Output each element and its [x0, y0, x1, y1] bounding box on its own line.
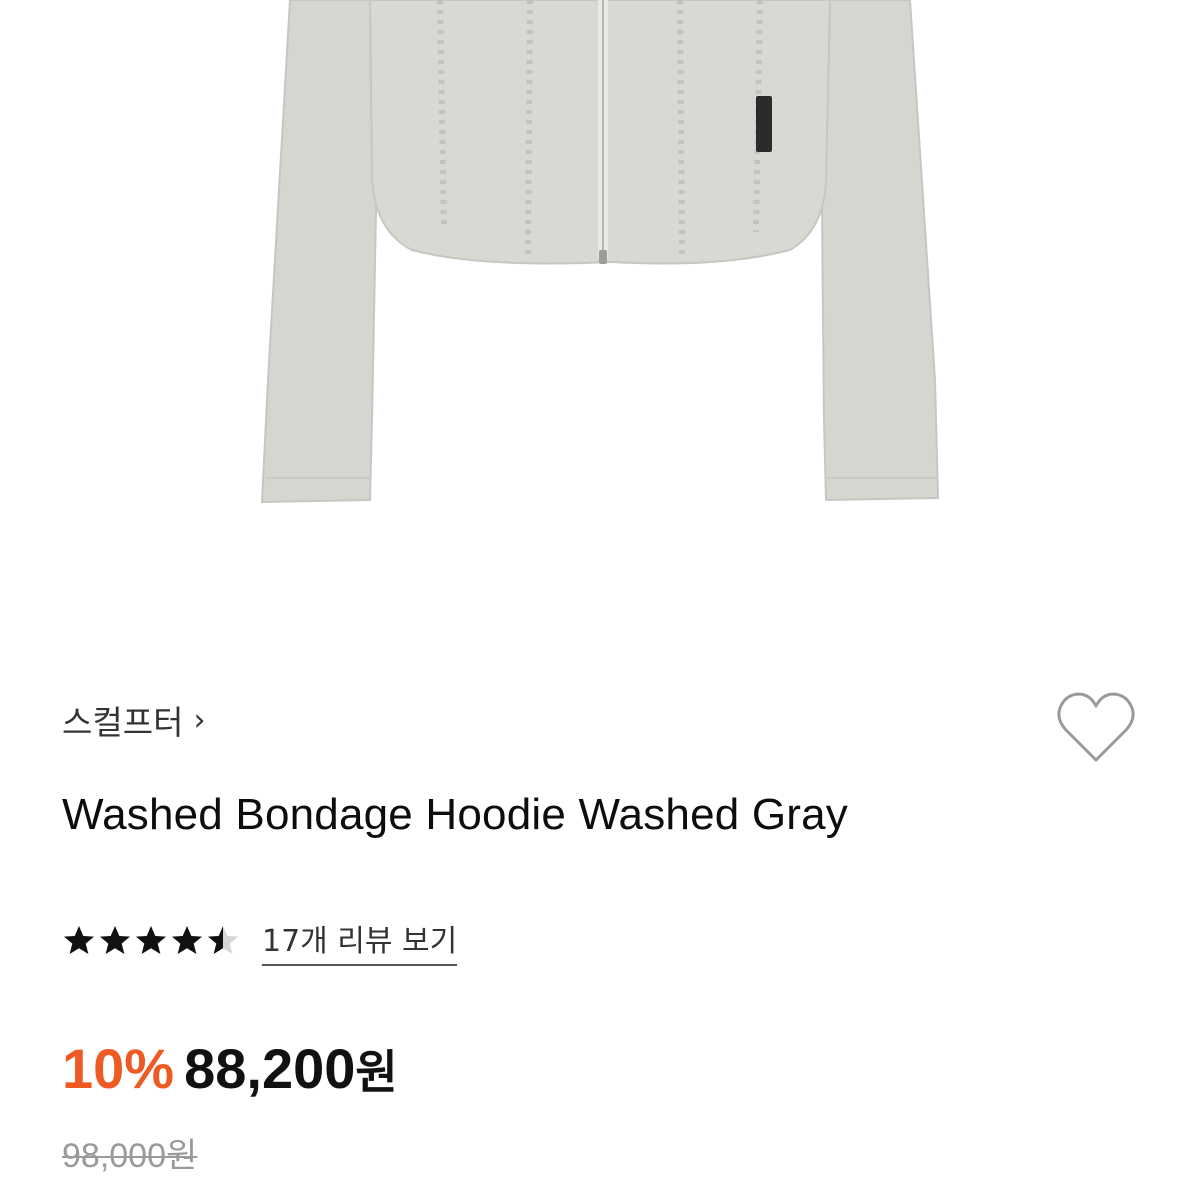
- sale-price: 88,200: [184, 1037, 356, 1100]
- chevron-right-icon: ›: [193, 702, 206, 738]
- review-link[interactable]: 17개 리뷰 보기: [262, 916, 458, 966]
- star-rating: [62, 924, 240, 958]
- star-icon: [100, 926, 130, 954]
- brand-name: 스컬프터: [62, 703, 184, 742]
- heart-outline-icon: [1057, 692, 1135, 762]
- product-image: [0, 0, 1200, 640]
- rating-row: 17개 리뷰 보기: [62, 916, 458, 966]
- discount-rate: 10%: [62, 1037, 175, 1100]
- currency-label: 원: [355, 1046, 398, 1098]
- wishlist-button[interactable]: [1056, 690, 1136, 766]
- hoodie-photo: [260, 0, 940, 504]
- star-icon: [172, 926, 202, 954]
- product-title: Washed Bondage Hoodie Washed Gray: [62, 790, 849, 839]
- star-icon: [136, 926, 166, 954]
- star-icon: [208, 926, 238, 954]
- price-row: 10% 88,200 원: [62, 1036, 398, 1102]
- star-icon: [64, 926, 94, 954]
- original-price: 98,000원: [62, 1137, 198, 1175]
- brand-link[interactable]: 스컬프터 ›: [62, 696, 205, 744]
